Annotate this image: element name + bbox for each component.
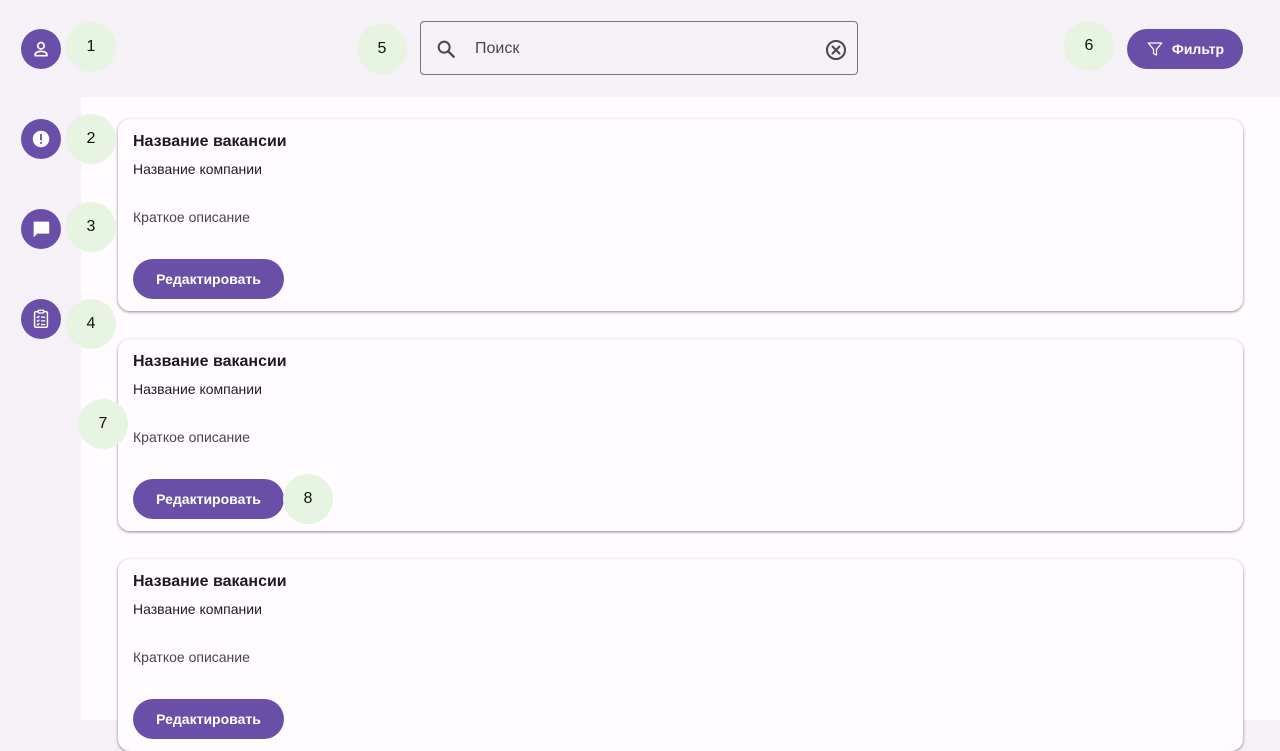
badge-number: 4	[86, 315, 96, 332]
company-name: Название компании	[133, 601, 262, 617]
vacancy-card: Название вакансии Название компании Крат…	[118, 119, 1243, 311]
badge-number: 3	[86, 218, 96, 235]
vacancy-title: Название вакансии	[133, 133, 287, 150]
edit-button[interactable]: Редактировать	[133, 479, 284, 519]
search-input[interactable]	[473, 36, 807, 62]
annotation-badge: 4	[66, 299, 116, 349]
badge-number: 2	[86, 130, 96, 147]
company-name: Название компании	[133, 161, 262, 177]
annotation-badge: 1	[66, 22, 116, 72]
badge-number: 1	[86, 38, 96, 55]
alert-icon	[32, 130, 50, 148]
clear-icon[interactable]	[824, 38, 848, 62]
filter-button[interactable]: Фильтр	[1127, 29, 1243, 69]
search-icon	[437, 40, 455, 58]
badge-number: 7	[98, 415, 108, 432]
chat-icon	[33, 221, 50, 238]
annotation-badge: 8	[283, 474, 333, 524]
search-field[interactable]	[420, 21, 858, 75]
alerts-button[interactable]	[21, 119, 61, 159]
profile-button[interactable]	[21, 29, 61, 69]
annotation-badge: 3	[66, 202, 116, 252]
badge-number: 5	[377, 40, 387, 57]
filter-icon	[1147, 42, 1163, 56]
vacancy-title: Название вакансии	[133, 353, 287, 370]
vacancy-description: Краткое описание	[133, 649, 250, 665]
vacancy-title: Название вакансии	[133, 573, 287, 590]
vacancy-description: Краткое описание	[133, 209, 250, 225]
edit-button[interactable]: Редактировать	[133, 259, 284, 299]
annotation-badge: 6	[1064, 21, 1114, 71]
clipboard-icon	[33, 309, 49, 328]
annotation-badge: 5	[357, 24, 407, 74]
badge-number: 6	[1084, 37, 1094, 54]
annotation-badge: 7	[78, 399, 128, 449]
vacancy-card: Название вакансии Название компании Крат…	[118, 559, 1243, 751]
edit-button[interactable]: Редактировать	[133, 699, 284, 739]
badge-number: 8	[303, 490, 313, 507]
filter-button-label: Фильтр	[1171, 41, 1225, 57]
vacancy-description: Краткое описание	[133, 429, 250, 445]
company-name: Название компании	[133, 381, 262, 397]
annotation-badge: 2	[66, 114, 116, 164]
profile-icon	[34, 41, 48, 57]
messages-button[interactable]	[21, 209, 61, 249]
tasks-button[interactable]	[21, 299, 61, 339]
